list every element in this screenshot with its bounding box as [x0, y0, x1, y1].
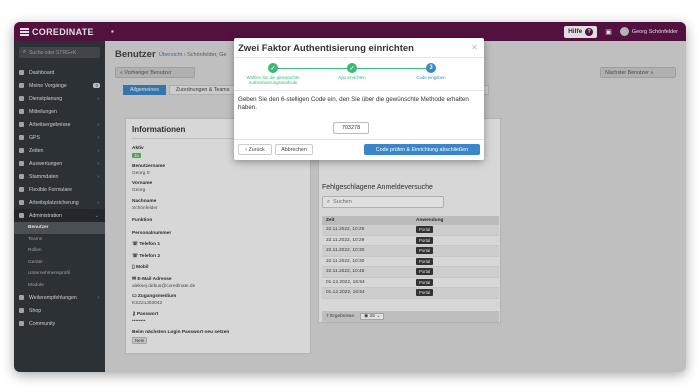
step-label-method: Wählen Sie die gewünschte Authentisierun… [246, 75, 300, 86]
divider [234, 57, 484, 58]
step-label-app: App einrichten [338, 75, 366, 80]
step-number-badge: 3 [426, 63, 436, 73]
stepper: ✓ ✓ 3 Wählen Sie die gewünschte Authenti… [234, 59, 484, 89]
two-factor-modal: Zwei Faktor Authentisierung einrichten ✕… [234, 38, 484, 160]
close-icon[interactable]: ✕ [471, 43, 478, 52]
check-icon: ✓ [347, 63, 357, 73]
code-input[interactable]: 703278 [333, 122, 369, 134]
verify-code-button[interactable]: Code prüfen & Einrichtung abschließen [364, 144, 480, 155]
divider [234, 139, 484, 140]
modal-title: Zwei Faktor Authentisierung einrichten [238, 43, 414, 54]
step-connector [273, 67, 351, 69]
divider [234, 90, 484, 91]
modal-instruction: Geben Sie den 6-stelligen Code ein, den … [238, 96, 469, 112]
app-window: COREDINATE ▪ Hilfe ? ▣ Georg Schönfelder… [14, 22, 686, 372]
back-button[interactable]: ‹ Zurück [238, 144, 272, 155]
step-connector [355, 67, 431, 69]
step-label-code: Code eingeben [416, 75, 446, 80]
check-icon: ✓ [268, 63, 278, 73]
cancel-button[interactable]: Abbrechen [275, 144, 313, 155]
